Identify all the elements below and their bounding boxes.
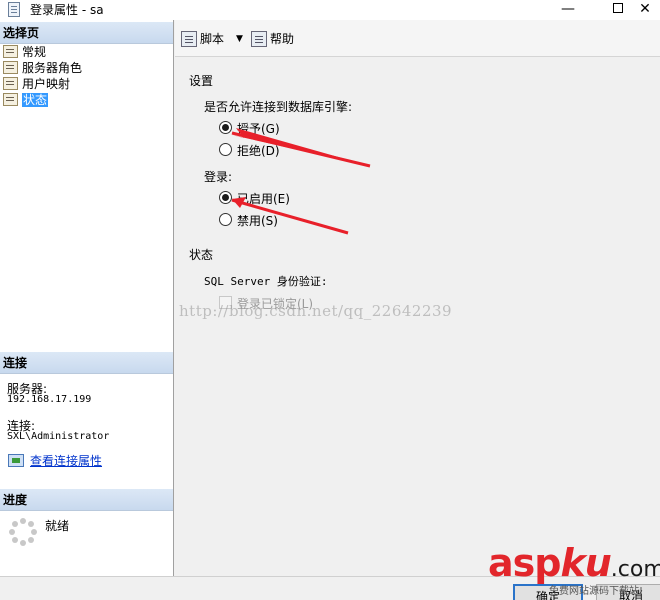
nav-item-user-mapping[interactable]: 用户映射	[3, 76, 70, 92]
progress-status: 就绪	[45, 519, 70, 533]
enabled-label: 已启用(E)	[237, 192, 290, 206]
title-bar: 登录属性 - sa — ✕	[0, 0, 660, 20]
grant-label: 授予(G)	[237, 122, 280, 136]
maximize-icon	[613, 3, 623, 13]
status-section-label: 状态	[189, 248, 214, 262]
document-icon	[8, 2, 20, 17]
logo-part-asp: asp	[488, 541, 561, 585]
login-label: 登录:	[204, 170, 233, 184]
close-button[interactable]: ✕	[630, 0, 660, 20]
page-icon	[3, 93, 18, 106]
settings-section-label: 设置	[189, 74, 214, 88]
logo-part-com: .com	[610, 557, 660, 582]
link-label: 查看连接属性	[30, 454, 103, 468]
nav-item-label: 状态	[22, 93, 49, 107]
sql-auth-label: SQL Server 身份验证:	[204, 275, 328, 288]
page-icon	[3, 45, 18, 58]
connection-header: 连接	[0, 352, 173, 374]
select-page-header: 选择页	[0, 22, 173, 44]
script-button[interactable]: 脚本	[181, 30, 224, 48]
toolbar: 脚本 ▼ 帮助	[175, 20, 660, 57]
help-label: 帮助	[270, 32, 295, 46]
page-icon	[3, 61, 18, 74]
progress-header: 进度	[0, 489, 173, 511]
deny-label: 拒绝(D)	[237, 144, 280, 158]
disabled-label: 禁用(S)	[237, 214, 278, 228]
progress-spinner-icon	[9, 518, 37, 546]
window-title: 登录属性 - sa	[30, 3, 104, 17]
enabled-radio[interactable]	[219, 191, 232, 204]
left-panel: 选择页 常规 服务器角色 用户映射 状态 连接 服务器: 192.168.17.…	[0, 20, 174, 576]
nav-item-label: 常规	[22, 45, 47, 59]
grant-radio[interactable]	[219, 121, 232, 134]
script-icon	[181, 31, 197, 47]
nav-item-server-roles[interactable]: 服务器角色	[3, 60, 82, 76]
view-connection-properties-link[interactable]: 查看连接属性	[8, 452, 102, 468]
nav-item-label: 服务器角色	[22, 61, 83, 75]
nav-item-label: 用户映射	[22, 77, 71, 91]
properties-content: 脚本 ▼ 帮助 设置 是否允许连接到数据库引擎: 授予(G) 拒绝(D) 登录:…	[175, 20, 660, 576]
help-icon	[251, 31, 267, 47]
connection-properties-icon	[8, 454, 24, 467]
permission-question: 是否允许连接到数据库引擎:	[204, 100, 353, 114]
script-dropdown-arrow-icon[interactable]: ▼	[236, 30, 243, 48]
connection-value: SXL\Administrator	[7, 431, 110, 442]
logo-part-ku: ku	[560, 541, 611, 585]
nav-item-general[interactable]: 常规	[3, 44, 46, 60]
disabled-radio[interactable]	[219, 213, 232, 226]
script-label: 脚本	[200, 32, 225, 46]
page-icon	[3, 77, 18, 90]
watermark-url: http://blog.csdn.net/qq_22642239	[179, 302, 453, 320]
deny-radio[interactable]	[219, 143, 232, 156]
server-value: 192.168.17.199	[7, 394, 92, 405]
minimize-button[interactable]: —	[548, 0, 588, 20]
nav-item-status[interactable]: 状态	[3, 92, 49, 108]
logo-subtitle: 免费网站源码下载站!	[549, 586, 644, 597]
help-button[interactable]: 帮助	[251, 30, 294, 48]
